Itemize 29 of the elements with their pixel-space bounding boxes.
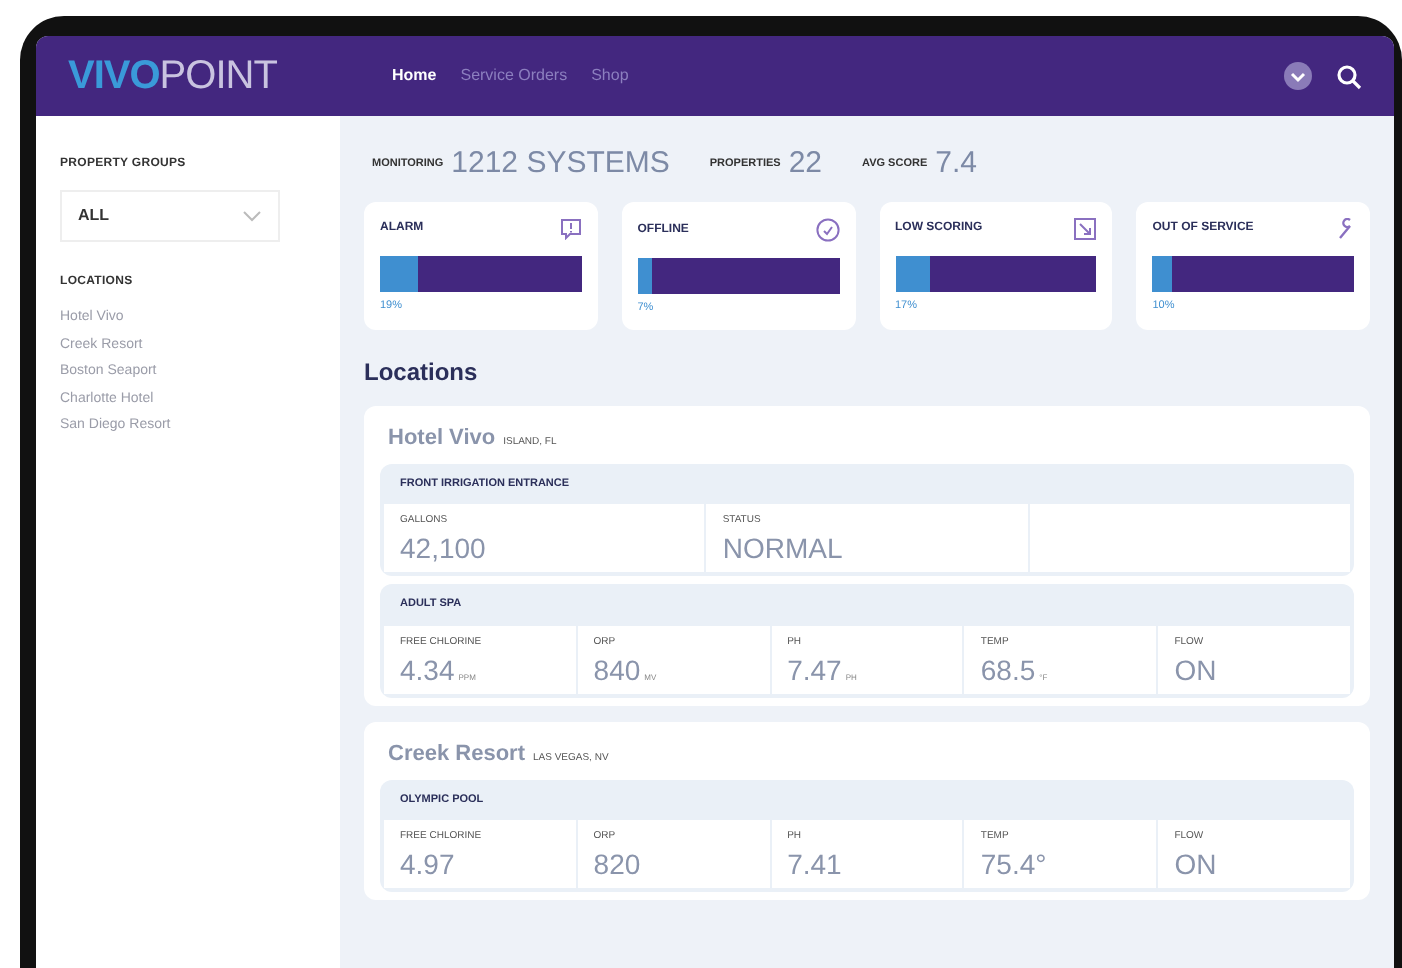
section-heading: Locations bbox=[364, 356, 480, 390]
arrow-down-right-icon bbox=[1074, 218, 1097, 240]
chevron-down-icon bbox=[242, 210, 262, 222]
stat-value: 1212 SYSTEMS bbox=[451, 148, 670, 178]
reading-value: 4.34 bbox=[400, 656, 455, 684]
location-name: Hotel Vivo bbox=[388, 424, 496, 454]
reading-value: ON bbox=[1174, 850, 1217, 879]
stat-value: 7.4 bbox=[935, 148, 977, 178]
search-icon[interactable] bbox=[1336, 63, 1362, 89]
reading-value: 7.47 bbox=[787, 656, 842, 684]
reading-value: 68.5 bbox=[980, 656, 1036, 684]
check-circle-icon bbox=[815, 218, 839, 242]
reading-value: 840 bbox=[593, 656, 641, 684]
location-name: Creek Resort bbox=[388, 740, 525, 770]
reading-value: 75.4° bbox=[980, 850, 1047, 879]
reading-value: NORMAL bbox=[722, 534, 843, 563]
nav-link[interactable]: Shop bbox=[591, 64, 629, 88]
reading-value: 820 bbox=[593, 850, 641, 879]
nav-link[interactable]: Service Orders bbox=[460, 64, 568, 88]
reading-value: 4.97 bbox=[400, 850, 455, 879]
chevron-down-icon[interactable] bbox=[1284, 62, 1312, 90]
reading-value: 7.41 bbox=[787, 850, 842, 879]
logo: VIVOPOINT bbox=[68, 52, 279, 102]
reading-value: 42,100 bbox=[400, 534, 486, 563]
nav-link[interactable]: Home bbox=[392, 64, 437, 88]
alert-bubble-icon bbox=[559, 218, 582, 240]
stat-value: 22 bbox=[788, 148, 823, 178]
reading-value: ON bbox=[1174, 656, 1217, 684]
group-dropdown[interactable]: ALL bbox=[60, 190, 280, 242]
